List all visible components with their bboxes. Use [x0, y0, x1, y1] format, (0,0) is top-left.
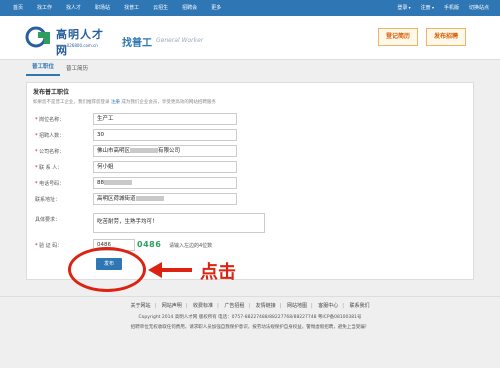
section-title: 找普工 — [122, 38, 152, 49]
count-label: 招聘人数： — [35, 132, 64, 139]
nav-find-talent[interactable]: 找人才 — [59, 0, 88, 16]
switch-site-link[interactable]: 切换站点 — [464, 0, 494, 16]
contact-input[interactable]: 何小姐 — [93, 161, 237, 173]
nav-general-worker[interactable]: 找普工 — [117, 0, 146, 16]
footer-link-friends[interactable]: 友情链接 — [252, 303, 280, 309]
logo-name: 高明人才网 — [56, 28, 104, 57]
redacted-block — [135, 196, 164, 201]
footer-links: 关于网站 | 网站声明 | 收费标准 | 广告招租 | 友情链接 | 网站地图 | 客服中心… — [0, 302, 500, 309]
footer-link-support[interactable]: 客服中心 — [314, 303, 342, 309]
tab-bar: 普工职位 普工简历 — [26, 60, 474, 76]
address-value: 高明区荷城街道 — [97, 196, 136, 202]
phone-row: 电话号码： 88 — [27, 177, 475, 191]
top-bar: 首页 找工作 找人才 职场站 找普工 云招生 招聘会 更多 登录 注册 手机版 … — [0, 0, 500, 16]
address-label: 联系地址： — [35, 197, 61, 203]
nav-home[interactable]: 首页 — [6, 0, 30, 16]
mobile-link[interactable]: 手机版 — [439, 0, 464, 16]
logo-icon — [25, 26, 50, 48]
arrow-left-icon — [148, 262, 192, 278]
company-label: 公司名称： — [35, 148, 64, 155]
footer-link-pricing[interactable]: 收费标准 — [189, 303, 217, 309]
count-row: 招聘人数： 30 — [27, 129, 475, 143]
site-logo[interactable]: 高明人才网 www.026800.com.cn — [24, 24, 114, 57]
nav-more[interactable]: 更多 — [204, 0, 228, 16]
panel-title: 发布普工职位 — [33, 89, 70, 96]
footer-link-ads[interactable]: 广告招租 — [220, 303, 248, 309]
copyright-text: Copyright 2014 高明人才网 版权所有 电话：0757-882274… — [138, 315, 362, 320]
footer-link-about[interactable]: 关于网站 — [126, 303, 154, 309]
section-subtitle: General Worker — [156, 37, 204, 44]
contact-row: 联 系 人： 何小姐 — [27, 161, 475, 175]
company-value-suffix: 有限公司 — [158, 148, 181, 154]
nav-job-fair[interactable]: 招聘会 — [175, 0, 204, 16]
address-row: 联系地址： 高明区荷城街道 — [27, 193, 475, 207]
captcha-hint: 请输入左边的4位数 — [169, 243, 213, 249]
company-row: 公司名称： 佛山市高明区 有限公司 — [27, 145, 475, 159]
panel-note: 如果您不是普工企业，我们推荐您登录 注册 成为我们企业会员，享受更高效的网站招聘… — [33, 99, 216, 105]
logo-url: www.026800.com.cn — [56, 43, 98, 48]
submit-button[interactable]: 发布 — [96, 258, 122, 270]
annotation-click-text: 点击 — [200, 262, 236, 283]
requirement-label: 具体要求： — [35, 217, 61, 223]
contact-label: 联 系 人： — [35, 164, 62, 171]
captcha-label: 验 证 码： — [35, 242, 62, 249]
footer: 关于网站 | 网站声明 | 收费标准 | 广告招租 | 友情链接 | 网站地图 | 客服中心… — [0, 296, 500, 368]
company-input[interactable]: 佛山市高明区 有限公司 — [93, 145, 237, 157]
nav-find-job[interactable]: 找工作 — [30, 0, 59, 16]
redacted-block — [130, 148, 159, 153]
footer-link-statement[interactable]: 网站声明 — [158, 303, 186, 309]
login-link[interactable]: 登录 — [392, 0, 415, 16]
phone-value: 88 — [97, 180, 104, 186]
post-job-button[interactable]: 发布招聘 — [426, 28, 466, 46]
warning-text: 招聘单位无权收取任何费用，请求职人员加强自我保护意识，按劳动法规保护自身权益，警… — [130, 325, 370, 330]
nav-career[interactable]: 职场站 — [88, 0, 117, 16]
footer-link-contact[interactable]: 联系我们 — [346, 303, 374, 309]
note-suffix: 成为我们企业会员，享受更高效的网站招聘服务 — [121, 100, 216, 105]
redacted-block — [104, 180, 132, 185]
address-input[interactable]: 高明区荷城街道 — [93, 193, 237, 205]
requirement-row: 具体要求： 吃苦耐劳，生熟手均可！ — [27, 213, 475, 237]
top-right-links: 登录 注册 手机版 切换站点 — [392, 0, 494, 16]
company-value-prefix: 佛山市高明区 — [97, 148, 131, 154]
note-prefix: 如果您不是普工企业，我们推荐您登录 — [33, 100, 110, 105]
register-link[interactable]: 注册 — [416, 0, 439, 16]
tab-job-positions[interactable]: 普工职位 — [26, 60, 61, 76]
tab-resumes[interactable]: 普工简历 — [60, 62, 94, 76]
count-input[interactable]: 30 — [93, 129, 237, 141]
top-nav: 首页 找工作 找人才 职场站 找普工 云招生 招聘会 更多 — [6, 0, 228, 16]
note-register-link[interactable]: 注册 — [111, 100, 120, 105]
job-name-row: 岗位名称： 生产工 — [27, 113, 475, 127]
register-resume-button[interactable]: 登记简历 — [378, 28, 418, 46]
job-name-label: 岗位名称： — [35, 116, 64, 123]
phone-input[interactable]: 88 — [93, 177, 237, 189]
header: 高明人才网 www.026800.com.cn 找普工 General Work… — [0, 16, 500, 60]
job-name-input[interactable]: 生产工 — [93, 113, 237, 125]
requirement-textarea[interactable]: 吃苦耐劳，生熟手均可！ — [93, 213, 265, 233]
captcha-image[interactable]: 0486 — [137, 239, 161, 251]
phone-label: 电话号码： — [35, 180, 64, 187]
nav-enroll[interactable]: 云招生 — [146, 0, 175, 16]
footer-link-sitemap[interactable]: 网站地图 — [283, 303, 311, 309]
